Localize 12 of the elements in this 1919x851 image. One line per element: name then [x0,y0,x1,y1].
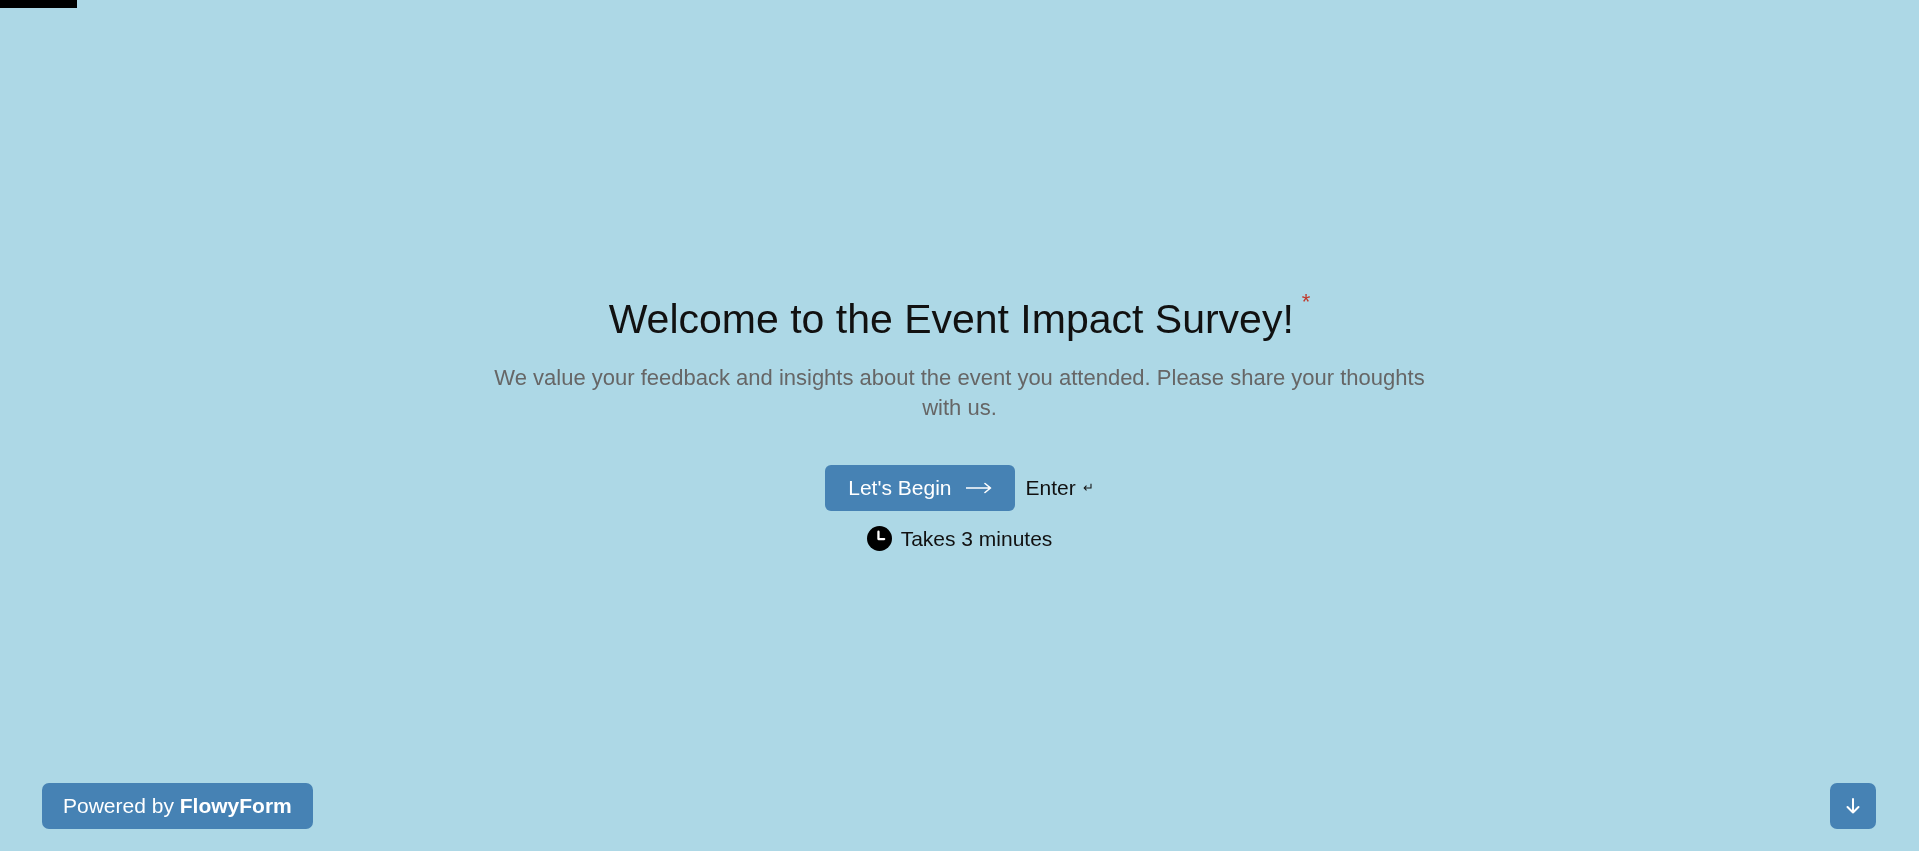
powered-by-link[interactable]: Powered by FlowyForm [42,783,313,829]
survey-description: We value your feedback and insights about the event you attended. Please share your thoughts with us. [493,363,1426,422]
enter-key-hint: Enter [1025,474,1076,501]
return-symbol: ↵ [1082,478,1094,497]
required-asterisk: * [1301,289,1311,315]
next-button[interactable] [1830,783,1876,829]
start-button[interactable]: Let's Begin [825,464,1015,511]
survey-title: Welcome to the Event Impact Survey! [608,296,1294,343]
duration-text: Takes 3 minutes [900,525,1053,552]
arrow-down-icon [1846,798,1860,814]
clock-icon [866,526,892,552]
arrow-right-icon [965,481,992,494]
